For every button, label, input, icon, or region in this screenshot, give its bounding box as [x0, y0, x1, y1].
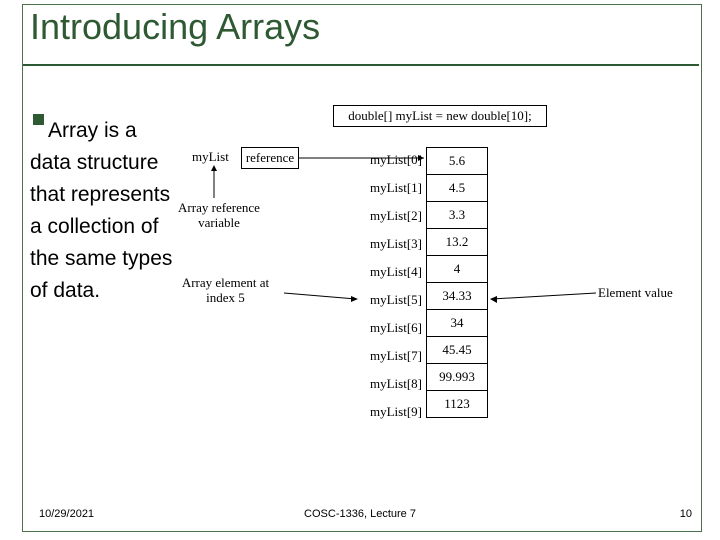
index-label-0: myList[0]: [358, 152, 422, 168]
array-ref-var-label: Array reference variable: [168, 200, 270, 230]
index-label-9: myList[9]: [358, 404, 422, 420]
body-text: Array is a data structure that represent…: [30, 115, 175, 307]
body-text-content: Array is a data structure that represent…: [30, 119, 172, 302]
index-label-6: myList[6]: [358, 320, 422, 336]
footer-center: COSC-1336, Lecture 7: [304, 508, 416, 520]
footer-page-number: 10: [680, 508, 692, 520]
array-cell-5: 34.33: [427, 283, 488, 310]
index-label-3: myList[3]: [358, 236, 422, 252]
array-cell-4: 4: [427, 256, 488, 283]
array-cell-8: 99.993: [427, 364, 488, 391]
array-diagram: double[] myList = new double[10]; myList…: [178, 105, 698, 445]
mylist-label: myList: [192, 149, 229, 165]
array-cell-7: 45.45: [427, 337, 488, 364]
array-cell-1: 4.5: [427, 175, 488, 202]
array-table: 5.6 4.5 3.3 13.2 4 34.33 34 45.45 99.993…: [426, 147, 488, 418]
reference-box: reference: [241, 147, 299, 169]
element-value-label: Element value: [598, 285, 673, 301]
index-label-2: myList[2]: [358, 208, 422, 224]
index-label-4: myList[4]: [358, 264, 422, 280]
array-cell-3: 13.2: [427, 229, 488, 256]
array-element-at-label: Array element at index 5: [168, 275, 283, 305]
array-cell-6: 34: [427, 310, 488, 337]
index-label-1: myList[1]: [358, 180, 422, 196]
title-underline: [23, 64, 699, 66]
footer-date: 10/29/2021: [39, 508, 94, 520]
array-cell-0: 5.6: [427, 148, 488, 175]
index-label-7: myList[7]: [358, 348, 422, 364]
index-label-5: myList[5]: [358, 292, 422, 308]
slide-title: Introducing Arrays: [30, 6, 320, 48]
array-cell-9: 1123: [427, 391, 488, 418]
declaration-box: double[] myList = new double[10];: [333, 105, 547, 127]
array-cell-2: 3.3: [427, 202, 488, 229]
index-label-8: myList[8]: [358, 376, 422, 392]
